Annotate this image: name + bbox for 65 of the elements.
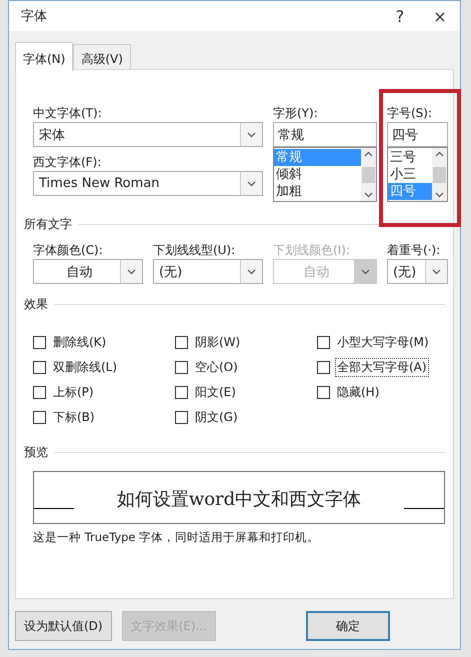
scrollbar[interactable] — [361, 148, 376, 201]
section-title: 预览 — [24, 444, 48, 461]
checkbox-label[interactable]: 删除线(K) — [51, 332, 108, 352]
help-button[interactable]: ? — [380, 6, 420, 26]
window-title: 字体 — [21, 8, 48, 25]
checkbox[interactable] — [317, 360, 330, 374]
checkbox[interactable] — [33, 410, 46, 424]
checkbox[interactable] — [33, 360, 46, 374]
list-item[interactable]: 小三 — [388, 166, 432, 183]
checkbox-label[interactable]: 全部大写字母(A) — [335, 358, 429, 376]
checkbox-label[interactable]: 隐藏(H) — [335, 382, 382, 402]
chevron-down-icon — [432, 268, 441, 274]
checkbox-label[interactable]: 小型大写字母(M) — [335, 332, 431, 352]
dropdown[interactable]: Times New Roman — [33, 171, 263, 196]
section-title: 效果 — [24, 296, 48, 313]
checkbox[interactable] — [33, 336, 46, 348]
checkbox-label[interactable]: 上标(P) — [51, 382, 96, 402]
checkbox-label[interactable]: 阴影(W) — [193, 332, 242, 352]
scrollbar[interactable] — [432, 148, 447, 201]
field-label: 字体颜色(C): — [33, 242, 104, 258]
field-label: 字形(Y): — [273, 104, 319, 122]
style-field[interactable]: 常规 — [273, 122, 377, 147]
size-field[interactable]: 四号 — [387, 122, 448, 147]
dropdown[interactable]: 自动 — [33, 259, 143, 284]
chevron-down-icon[interactable] — [435, 192, 444, 198]
checkbox[interactable] — [175, 360, 188, 374]
dropdown[interactable]: (无) — [153, 259, 263, 284]
list-item[interactable]: 三号 — [388, 149, 432, 166]
field-label: 着重号(·): — [387, 242, 442, 258]
checkbox-label[interactable]: 双删除线(L) — [51, 358, 120, 376]
ok-button[interactable]: 确定 — [306, 611, 390, 641]
preview-text: 如何设置word中文和西文字体 — [116, 488, 362, 511]
checkbox-label[interactable]: 空心(O) — [193, 358, 240, 376]
chevron-down-icon — [247, 132, 256, 138]
font-description: 这是一种 TrueType 字体，同时适用于屏幕和打印机。 — [33, 530, 320, 545]
chevron-down-icon — [127, 268, 136, 274]
chevron-up-icon[interactable] — [435, 151, 444, 157]
checkbox[interactable] — [175, 410, 188, 424]
chevron-down-icon — [247, 268, 256, 274]
checkbox[interactable] — [175, 336, 188, 348]
tab[interactable]: 高级(V) — [73, 44, 131, 69]
field-label: 西文字体(F): — [33, 154, 102, 170]
checkbox[interactable] — [33, 386, 46, 398]
checkbox[interactable] — [317, 336, 330, 348]
dropdown[interactable]: 宋体 — [33, 122, 263, 147]
tab[interactable]: 字体(N) — [15, 42, 74, 71]
dialog-button[interactable]: 设为默认值(D) — [15, 611, 112, 641]
close-button[interactable]: × — [420, 6, 460, 26]
checkbox[interactable] — [317, 386, 330, 398]
field-label: 下划线颜色(I): — [273, 242, 351, 258]
list-item[interactable]: 倾斜 — [274, 166, 361, 183]
chevron-up-icon[interactable] — [364, 151, 373, 157]
field-label: 字号(S): — [387, 104, 434, 122]
checkbox-label[interactable]: 阳文(E) — [193, 382, 238, 402]
list-item[interactable]: 加粗 — [274, 183, 361, 200]
checkbox-label[interactable]: 阴文(G) — [193, 408, 240, 426]
field-label: 中文字体(T): — [33, 104, 103, 122]
checkbox[interactable] — [175, 386, 188, 398]
checkbox-label[interactable]: 下标(B) — [51, 408, 97, 426]
chevron-down-icon[interactable] — [364, 192, 373, 198]
chevron-down-icon — [247, 180, 256, 186]
dropdown[interactable]: (无) — [387, 259, 448, 284]
field-label: 下划线线型(U): — [153, 242, 236, 258]
chevron-down-icon — [361, 268, 370, 274]
section-title: 所有文字 — [24, 216, 72, 233]
